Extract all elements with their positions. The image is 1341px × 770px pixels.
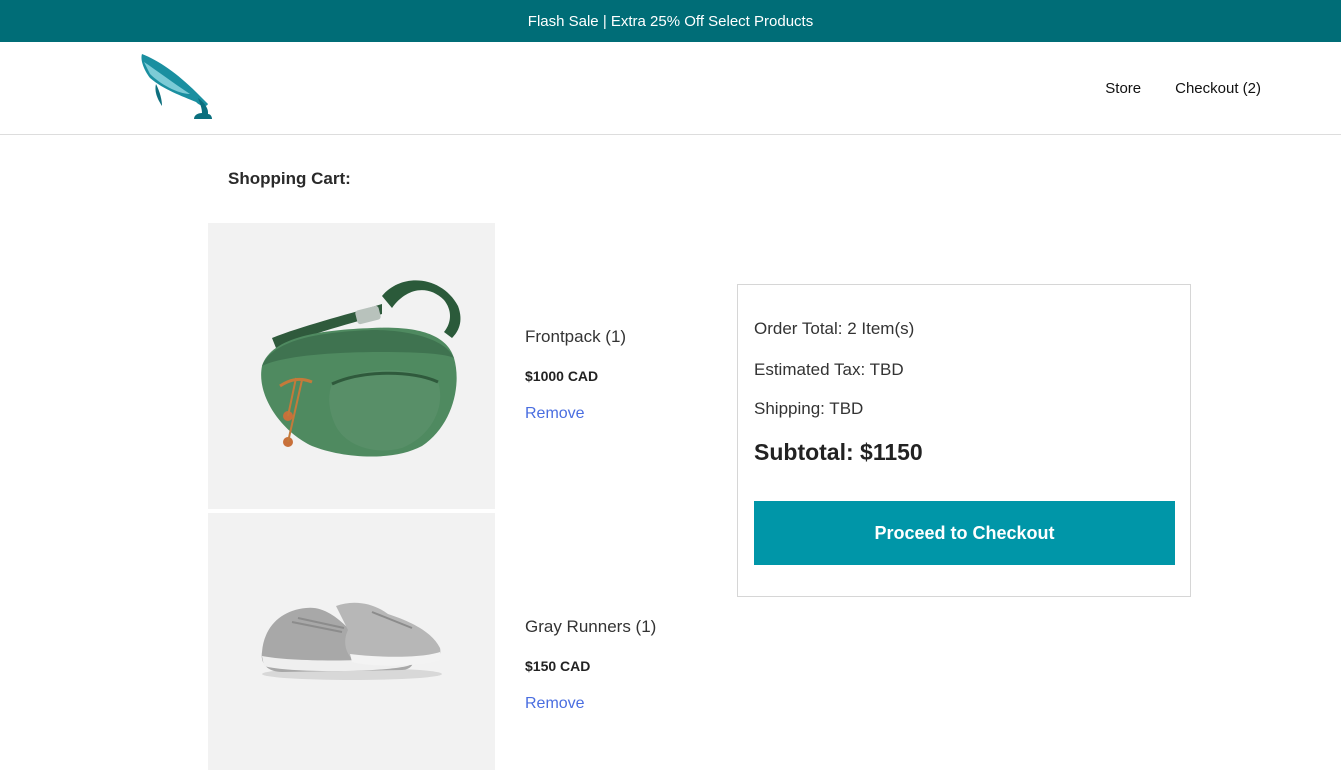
gray-sneakers-image (261, 602, 442, 680)
nav-store-link[interactable]: Store (1105, 80, 1141, 97)
product-image-gray-runners[interactable] (208, 513, 495, 770)
order-total: Order Total: 2 Item(s) (754, 319, 915, 338)
main-nav: Store Checkout (2) (1105, 80, 1261, 97)
remove-item-link[interactable]: Remove (525, 405, 585, 423)
cart-item-gray-runners: Gray Runners (1) $150 CAD Remove (525, 617, 656, 713)
promo-banner: Flash Sale | Extra 25% Off Select Produc… (0, 0, 1341, 42)
item-name: Gray Runners (1) (525, 617, 657, 636)
item-name: Frontpack (1) (525, 327, 627, 346)
cart-item-frontpack: Frontpack (1) $1000 CAD Remove (525, 327, 626, 423)
nav-checkout-link[interactable]: Checkout (2) (1175, 80, 1261, 97)
product-image-frontpack[interactable] (208, 223, 495, 509)
promo-banner-text: Flash Sale | Extra 25% Off Select Produc… (527, 12, 814, 30)
green-fanny-pack-image (260, 280, 460, 457)
page-title: Shopping Cart: (228, 169, 351, 188)
shipping: Shipping: TBD (754, 399, 864, 418)
item-price: $1000 CAD (525, 368, 599, 384)
site-header: Store Checkout (2) (0, 42, 1341, 135)
item-price: $150 CAD (525, 658, 591, 674)
order-summary: Order Total: 2 Item(s) Estimated Tax: TB… (737, 284, 1191, 597)
proceed-to-checkout-button[interactable]: Proceed to Checkout (754, 501, 1175, 565)
whale-logo-icon[interactable] (138, 52, 216, 122)
subtotal: Subtotal: $1150 (754, 439, 923, 465)
remove-item-link[interactable]: Remove (525, 695, 585, 713)
estimated-tax: Estimated Tax: TBD (754, 360, 904, 379)
